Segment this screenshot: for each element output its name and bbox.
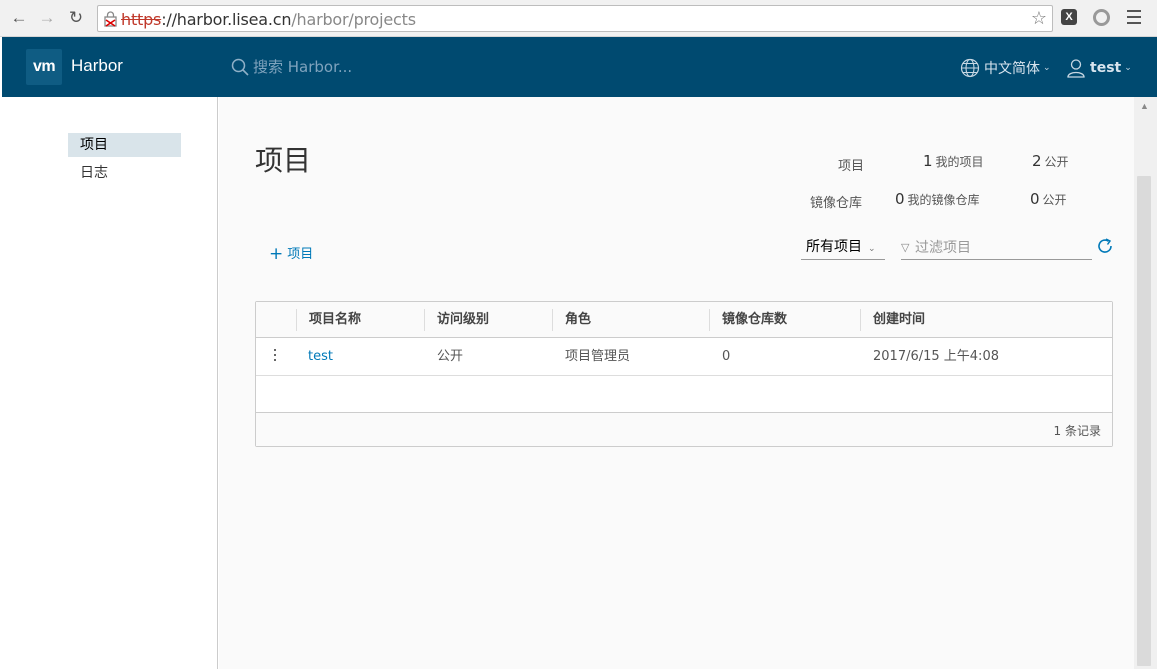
main-content: 项目 项目 1 我的项目 2 公开 镜像仓库 0 我的镜像仓库 0 公开 + 项目 所有项… <box>219 97 1134 669</box>
language-selector[interactable]: 中文简体 ⌄ <box>960 57 1051 79</box>
row-actions-icon[interactable] <box>270 349 280 365</box>
filter-box: ▽ <box>901 236 1092 260</box>
public-repos-label: 公开 <box>1042 193 1067 207</box>
table-footer: 1 条记录 <box>256 412 1112 446</box>
project-name-link[interactable]: test <box>308 338 333 376</box>
url-host: harbor.lisea.cn <box>176 10 292 29</box>
my-repos-count: 0 <box>895 190 905 208</box>
project-type-select[interactable]: 所有项目 ⌄ <box>801 236 885 260</box>
filter-icon: ▽ <box>901 242 910 254</box>
public-repos-count: 0 <box>1030 190 1040 208</box>
table-row: test 公开 项目管理员 0 2017/6/15 上午4:08 <box>256 338 1112 376</box>
app-header: vm Harbor 中文简体 ⌄ test ⌄ <box>2 37 1157 97</box>
forward-icon[interactable]: → <box>37 8 57 28</box>
reload-icon[interactable]: ↻ <box>66 8 86 28</box>
scroll-up-icon[interactable]: ▲ <box>1140 101 1149 111</box>
chevron-down-icon: ⌄ <box>1043 63 1051 73</box>
globe-icon <box>960 58 980 78</box>
add-project-label: 项目 <box>287 247 314 262</box>
table-header: 项目名称 访问级别 角色 镜像仓库数 创建时间 <box>256 302 1112 338</box>
my-repos-label: 我的镜像仓库 <box>907 193 980 207</box>
public-projects-count: 2 <box>1032 152 1042 170</box>
brand-name[interactable]: Harbor <box>71 56 123 76</box>
bookmark-star-icon[interactable]: ☆ <box>1031 8 1047 29</box>
project-type-value: 所有项目 <box>806 239 862 255</box>
stat-projects-label: 项目 <box>838 159 865 174</box>
my-projects-label: 我的项目 <box>935 155 984 169</box>
url-path: /harbor/projects <box>291 10 416 29</box>
public-projects-label: 公开 <box>1044 155 1069 169</box>
insecure-lock-icon <box>104 11 117 27</box>
column-header-name[interactable]: 项目名称 <box>296 309 424 331</box>
projects-table: 项目名称 访问级别 角色 镜像仓库数 创建时间 test 公开 项目管理员 0 … <box>255 301 1113 447</box>
plus-icon: + <box>269 244 284 264</box>
column-header-access[interactable]: 访问级别 <box>424 309 552 331</box>
stat-public-projects: 2 公开 <box>1032 152 1069 170</box>
refresh-icon[interactable] <box>1096 237 1114 255</box>
sidebar-item-logs[interactable]: 日志 <box>68 161 181 185</box>
cell-repo-count: 0 <box>722 349 731 364</box>
record-count: 1 条记录 <box>1053 424 1101 438</box>
stat-repos-label: 镜像仓库 <box>810 196 863 211</box>
language-label: 中文简体 <box>984 61 1040 77</box>
user-menu[interactable]: test ⌄ <box>1066 57 1132 79</box>
sidebar: 项目 日志 <box>2 97 218 669</box>
stat-public-repos: 0 公开 <box>1030 190 1067 208</box>
cell-created: 2017/6/15 上午4:08 <box>873 349 999 364</box>
my-projects-count: 1 <box>923 152 933 170</box>
add-project-button[interactable]: + 项目 <box>269 243 313 264</box>
username: test <box>1090 60 1122 76</box>
extension-x-icon[interactable]: X <box>1061 9 1077 25</box>
back-icon[interactable]: ← <box>9 8 29 28</box>
page-title: 项目 <box>255 144 312 177</box>
chevron-down-icon: ⌄ <box>868 244 876 254</box>
page-scrollbar[interactable]: ▲ <box>1134 97 1157 669</box>
stat-my-repos: 0 我的镜像仓库 <box>895 190 980 208</box>
chevron-down-icon: ⌄ <box>1124 63 1132 73</box>
browser-toolbar: ← → ↻ https://harbor.lisea.cn/harbor/pro… <box>0 0 1157 37</box>
cell-access: 公开 <box>437 349 464 364</box>
vmware-logo[interactable]: vm <box>26 49 62 85</box>
column-header-repo-count[interactable]: 镜像仓库数 <box>709 309 860 331</box>
address-bar[interactable]: https://harbor.lisea.cn/harbor/projects … <box>97 5 1053 32</box>
url-text: https://harbor.lisea.cn/harbor/projects <box>121 10 416 29</box>
extension-circle-icon[interactable] <box>1093 9 1110 26</box>
scroll-thumb[interactable] <box>1137 176 1151 666</box>
url-separator: :// <box>161 10 177 29</box>
column-header-created[interactable]: 创建时间 <box>860 309 1110 331</box>
url-scheme: https <box>121 10 162 29</box>
search-icon <box>231 58 249 76</box>
sidebar-item-projects[interactable]: 项目 <box>68 133 181 157</box>
stat-my-projects: 1 我的项目 <box>923 152 984 170</box>
global-search-input[interactable] <box>253 55 473 79</box>
cell-role: 项目管理员 <box>565 349 631 364</box>
column-header-role[interactable]: 角色 <box>552 309 709 331</box>
user-icon <box>1067 59 1085 78</box>
browser-menu-icon[interactable] <box>1127 10 1141 24</box>
filter-input[interactable] <box>915 237 1090 259</box>
